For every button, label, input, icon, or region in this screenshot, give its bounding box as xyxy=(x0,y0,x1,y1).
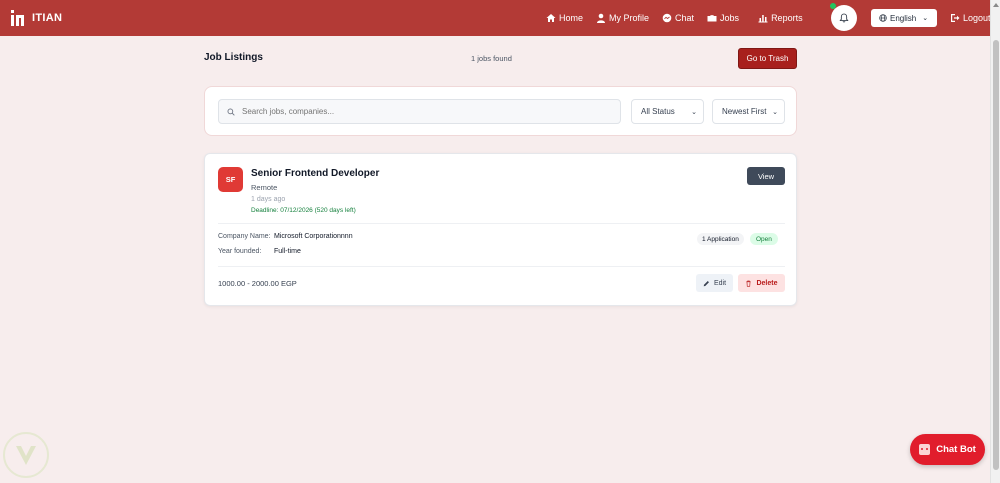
home-icon xyxy=(546,14,556,22)
sort-value: Newest First xyxy=(722,107,767,116)
scrollbar-thumb[interactable] xyxy=(993,40,999,470)
nav-chat[interactable]: Chat xyxy=(662,13,694,23)
nav-home[interactable]: Home xyxy=(546,13,583,23)
user-icon xyxy=(597,13,606,23)
nav-profile-label: My Profile xyxy=(609,13,650,23)
salary-range: 1000.00 - 2000.00 EGP xyxy=(218,279,297,288)
language-label: English xyxy=(890,13,917,23)
language-select[interactable]: English ⌄ xyxy=(871,9,937,27)
job-card: SF Senior Frontend Developer Remote 1 da… xyxy=(204,153,797,306)
robot-icon xyxy=(919,444,931,455)
view-button[interactable]: View xyxy=(747,167,785,185)
edit-button[interactable]: Edit xyxy=(696,274,733,292)
status-filter-select[interactable]: All Status ⌄ xyxy=(631,99,704,124)
pencil-icon xyxy=(703,280,709,286)
nav-reports-label: Reports xyxy=(771,13,803,23)
main-nav: Home My Profile Chat Jobs Reports xyxy=(546,0,816,36)
scrollbar[interactable] xyxy=(990,0,1000,483)
nav-home-label: Home xyxy=(559,13,584,23)
edit-label: Edit xyxy=(713,279,727,287)
divider xyxy=(218,223,785,224)
briefcase-icon xyxy=(707,15,717,22)
chevron-down-icon: ⌄ xyxy=(772,108,778,116)
jobs-count: 1 jobs found xyxy=(471,54,512,63)
year-founded-value: Full-time xyxy=(274,248,301,255)
go-to-trash-button[interactable]: Go to Trash xyxy=(738,48,797,69)
status-filter-value: All Status xyxy=(641,107,675,116)
company-name-label: Company Name: xyxy=(218,233,271,240)
brand-name: ITIAN xyxy=(32,12,63,24)
delete-label: Delete xyxy=(756,279,778,287)
logout-label: Logout xyxy=(963,13,991,23)
page-title: Job Listings xyxy=(204,52,263,63)
chevron-down-icon: ⌄ xyxy=(691,108,697,116)
company-name-value: Microsoft Corporationnnn xyxy=(274,233,353,240)
delete-button[interactable]: Delete xyxy=(738,274,785,292)
notification-dot xyxy=(830,3,836,9)
nav-profile[interactable]: My Profile xyxy=(596,13,649,23)
top-navbar: ITIAN Home My Profile Chat Jobs Reports … xyxy=(0,0,991,36)
search-icon xyxy=(227,108,235,116)
nav-jobs-label: Jobs xyxy=(720,13,740,23)
logout-icon xyxy=(951,14,960,22)
chevron-down-icon: ⌄ xyxy=(922,15,929,22)
filter-panel: All Status ⌄ Newest First ⌄ xyxy=(204,86,797,136)
brand[interactable]: ITIAN xyxy=(10,9,62,27)
watermark-logo xyxy=(3,432,49,478)
bell-icon xyxy=(839,13,849,23)
sort-select[interactable]: Newest First ⌄ xyxy=(712,99,785,124)
nav-reports[interactable]: Reports xyxy=(758,13,803,23)
trash-icon xyxy=(746,280,752,287)
status-badge: Open xyxy=(750,233,778,245)
applications-badge: 1 Application xyxy=(697,233,744,245)
year-founded-label: Year founded: xyxy=(218,248,262,255)
globe-icon xyxy=(879,14,887,22)
search-field[interactable] xyxy=(218,99,621,124)
search-input[interactable] xyxy=(242,107,602,116)
job-location: Remote xyxy=(251,183,278,192)
logout-button[interactable]: Logout xyxy=(950,0,991,36)
nav-chat-label: Chat xyxy=(675,13,695,23)
job-posted-age: 1 days ago xyxy=(251,196,286,203)
chat-bot-button[interactable]: Chat Bot xyxy=(910,434,985,465)
divider xyxy=(218,266,785,267)
bar-chart-icon xyxy=(758,15,768,23)
brand-logo-icon xyxy=(10,9,26,27)
job-deadline: Deadline: 07/12/2026 (520 days left) xyxy=(251,207,356,214)
scroll-up-arrow-icon[interactable] xyxy=(993,3,999,7)
job-title: Senior Frontend Developer xyxy=(251,168,380,179)
nav-jobs[interactable]: Jobs xyxy=(707,13,739,23)
notifications-button[interactable] xyxy=(831,5,857,31)
company-avatar: SF xyxy=(218,167,243,192)
chat-bot-label: Chat Bot xyxy=(936,444,976,455)
chat-icon xyxy=(662,13,672,23)
